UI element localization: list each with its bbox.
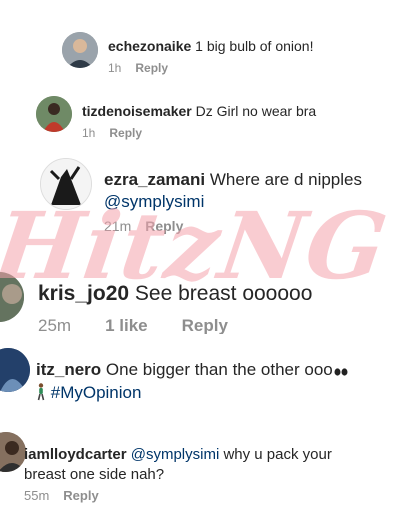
comment-meta: 55m Reply — [24, 488, 99, 503]
comment-ezra_zamani: ezra_zamani Where are d nipples @symplys… — [0, 152, 404, 242]
comment-body-line2: #MyOpinion — [36, 383, 141, 403]
avatar[interactable] — [0, 432, 26, 472]
comment-body: tizdenoisemaker Dz Girl no wear bra — [82, 103, 316, 119]
timestamp: 1h — [82, 126, 96, 140]
comment-meta: 25m 1 like Reply — [38, 316, 228, 334]
comment-text: One bigger than the other ooo — [105, 360, 333, 379]
comment-text: Dz Girl no wear bra — [195, 103, 317, 119]
hashtag-link[interactable]: #MyOpinion — [51, 383, 142, 402]
comment-tizdenoisemaker: tizdenoisemaker Dz Girl no wear bra 1h Re… — [0, 92, 404, 148]
avatar[interactable] — [62, 32, 98, 68]
comment-text: See breast oooooo — [134, 282, 313, 305]
comment-body: itz_nero One bigger than the other ooo — [36, 360, 348, 381]
avatar[interactable] — [40, 158, 92, 210]
comment-body-line2: breast one side nah? — [24, 466, 164, 483]
avatar[interactable] — [0, 272, 24, 322]
comment-body: ezra_zamani Where are d nipples — [104, 170, 362, 190]
comment-kris_jo20: kris_jo20 See breast oooooo 25m 1 like Rep… — [0, 268, 404, 334]
eyes-emoji-icon — [334, 361, 348, 381]
username[interactable]: iamlloydcarter — [24, 446, 127, 463]
username[interactable]: tizdenoisemaker — [82, 103, 192, 119]
avatar[interactable] — [36, 96, 72, 132]
comment-body-line2: @symplysimi — [104, 192, 204, 212]
username[interactable]: ezra_zamani — [104, 170, 205, 189]
timestamp: 25m — [38, 316, 72, 334]
avatar[interactable] — [0, 348, 30, 392]
comment-iamlloydcarter: iamlloydcarter @symplysimi why u pack yo… — [0, 426, 404, 520]
comment-body: echezonaike 1 big bulb of onion! — [108, 38, 313, 54]
reply-button[interactable]: Reply — [109, 126, 142, 140]
person-walking-icon — [36, 383, 46, 401]
comment-text: why u pack your — [223, 446, 332, 463]
username[interactable]: echezonaike — [108, 38, 191, 54]
comment-itz_nero: itz_nero One bigger than the other ooo #… — [0, 340, 404, 410]
timestamp: 55m — [24, 488, 50, 503]
reply-button[interactable]: Reply — [145, 218, 183, 234]
username[interactable]: itz_nero — [36, 360, 101, 379]
username[interactable]: kris_jo20 — [38, 282, 129, 305]
comment-meta: 1h Reply — [108, 61, 168, 75]
mention-link[interactable]: @symplysimi — [131, 446, 220, 463]
comment-echezonaike: echezonaike 1 big bulb of onion! 1h Reply — [0, 28, 404, 80]
comment-text-continued: breast one side nah? — [24, 466, 165, 483]
mention-link[interactable]: @symplysimi — [104, 192, 204, 211]
comment-text: 1 big bulb of onion! — [195, 38, 314, 54]
comment-meta: 21m Reply — [104, 218, 183, 234]
comment-meta: 1h Reply — [82, 126, 142, 140]
reply-button[interactable]: Reply — [182, 316, 228, 334]
comment-body: iamlloydcarter @symplysimi why u pack yo… — [24, 446, 332, 463]
comment-body: kris_jo20 See breast oooooo — [38, 282, 312, 306]
reply-button[interactable]: Reply — [135, 61, 168, 75]
timestamp: 21m — [104, 218, 132, 234]
like-count[interactable]: 1 like — [105, 316, 148, 334]
comment-text: Where are d nipples — [209, 170, 362, 189]
reply-button[interactable]: Reply — [63, 488, 98, 503]
timestamp: 1h — [108, 61, 122, 75]
